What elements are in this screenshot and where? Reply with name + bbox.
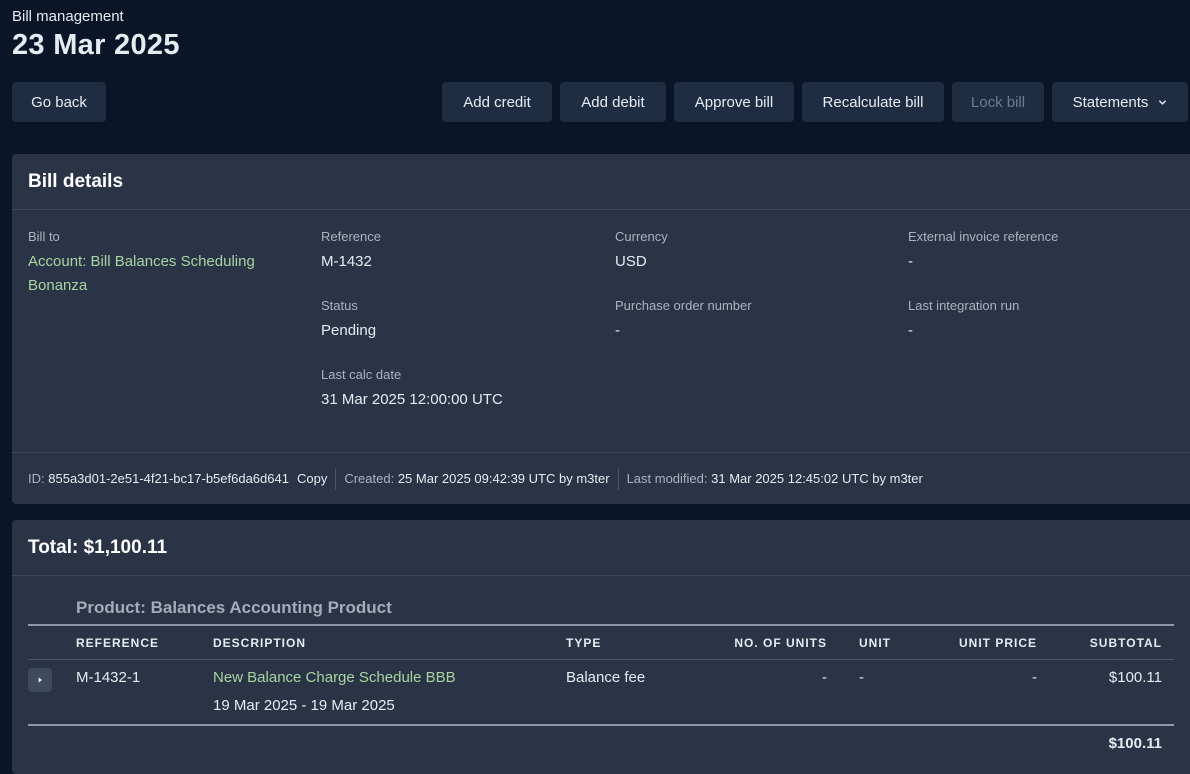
col-reference: REFERENCE xyxy=(76,636,160,650)
expand-row-button[interactable] xyxy=(28,668,52,692)
page-title: 23 Mar 2025 xyxy=(12,29,180,61)
last-calc-label: Last calc date xyxy=(321,367,402,382)
chevron-down-icon xyxy=(1159,99,1167,105)
approve-bill-button[interactable]: Approve bill xyxy=(674,82,794,122)
last-calc-field: Last calc date 31 Mar 2025 12:00:00 UTC xyxy=(321,367,503,412)
bill-meta-row: ID: 855a3d01-2e51-4f21-bc17-b5ef6da6d641… xyxy=(12,452,1190,504)
table-top-rule xyxy=(28,624,1174,626)
add-credit-button[interactable]: Add credit xyxy=(442,82,552,122)
po-number-field: Purchase order number - xyxy=(615,298,752,343)
last-modified-value: 31 Mar 2025 12:45:02 UTC by m3ter xyxy=(711,471,923,486)
col-units: NO. OF UNITS xyxy=(734,636,827,650)
add-debit-button[interactable]: Add debit xyxy=(560,82,666,122)
col-unit: UNIT xyxy=(859,636,891,650)
col-subtotal: SUBTOTAL xyxy=(1089,636,1162,650)
currency-field: Currency USD xyxy=(615,229,668,274)
page-header: Bill management 23 Mar 2025 xyxy=(12,8,180,62)
bill-details-title: Bill details xyxy=(12,154,1190,210)
row-date-range: 19 Mar 2025 - 19 Mar 2025 xyxy=(213,697,395,714)
status-field: Status Pending xyxy=(321,298,376,343)
reference-label: Reference xyxy=(321,229,381,244)
last-calc-value: 31 Mar 2025 12:00:00 UTC xyxy=(321,391,503,408)
meta-divider xyxy=(617,467,619,490)
row-unit-price: - xyxy=(1032,669,1037,686)
external-invoice-ref-label: External invoice reference xyxy=(908,229,1059,244)
bill-to-field: Bill to Account: Bill Balances Schedulin… xyxy=(28,229,298,298)
status-label: Status xyxy=(321,298,358,313)
product-title: Product: Balances Accounting Product xyxy=(76,598,392,617)
bill-to-account-link[interactable]: Account: Bill Balances Scheduling Bonanz… xyxy=(28,250,298,298)
bill-total-title: Total: $1,100.11 xyxy=(12,520,1190,576)
last-integration-field: Last integration run - xyxy=(908,298,1019,343)
currency-label: Currency xyxy=(615,229,668,244)
last-integration-value: - xyxy=(908,322,913,339)
external-invoice-ref-value: - xyxy=(908,253,913,270)
currency-value: USD xyxy=(615,253,647,270)
col-unit-price: UNIT PRICE xyxy=(958,636,1037,650)
row-units: - xyxy=(822,669,827,686)
bill-to-label: Bill to xyxy=(28,229,60,244)
go-back-button[interactable]: Go back xyxy=(12,82,106,122)
caret-right-icon xyxy=(38,677,42,683)
col-description: DESCRIPTION xyxy=(213,636,307,650)
row-type: Balance fee xyxy=(566,669,646,686)
external-invoice-ref-field: External invoice reference - xyxy=(908,229,1058,274)
product-subtotal: $100.11 xyxy=(1108,735,1162,752)
bill-id-value: 855a3d01-2e51-4f21-bc17-b5ef6da6d641 xyxy=(48,471,289,486)
header-divider xyxy=(28,659,1174,660)
table-bottom-rule xyxy=(28,724,1174,726)
lock-bill-button: Lock bill xyxy=(952,82,1044,122)
reference-value: M-1432 xyxy=(321,253,372,270)
row-subtotal: $100.11 xyxy=(1108,669,1162,686)
last-integration-label: Last integration run xyxy=(908,298,1020,313)
recalculate-bill-button[interactable]: Recalculate bill xyxy=(802,82,944,122)
po-number-label: Purchase order number xyxy=(615,298,752,313)
row-reference: M-1432-1 xyxy=(76,669,141,686)
reference-field: Reference M-1432 xyxy=(321,229,381,274)
row-unit: - xyxy=(859,669,864,686)
created-value: 25 Mar 2025 09:42:39 UTC by m3ter xyxy=(397,471,610,486)
bill-total-panel: Total: $1,100.11 Product: Balances Accou… xyxy=(12,520,1190,774)
status-value: Pending xyxy=(321,322,377,339)
statements-label: Statements xyxy=(1072,93,1149,111)
last-modified-label: Last modified: xyxy=(626,471,708,486)
po-number-value: - xyxy=(615,322,620,339)
meta-divider xyxy=(335,467,337,490)
breadcrumb[interactable]: Bill management xyxy=(12,8,180,25)
created-label: Created: xyxy=(344,471,395,486)
id-label: ID: xyxy=(28,471,45,486)
statements-dropdown[interactable]: Statements xyxy=(1052,82,1188,122)
bill-details-panel: Bill details Bill to Account: Bill Balan… xyxy=(12,154,1190,504)
copy-id-button[interactable]: Copy xyxy=(297,471,327,486)
row-description-link[interactable]: New Balance Charge Schedule BBB xyxy=(213,669,456,686)
col-type: TYPE xyxy=(566,636,602,650)
